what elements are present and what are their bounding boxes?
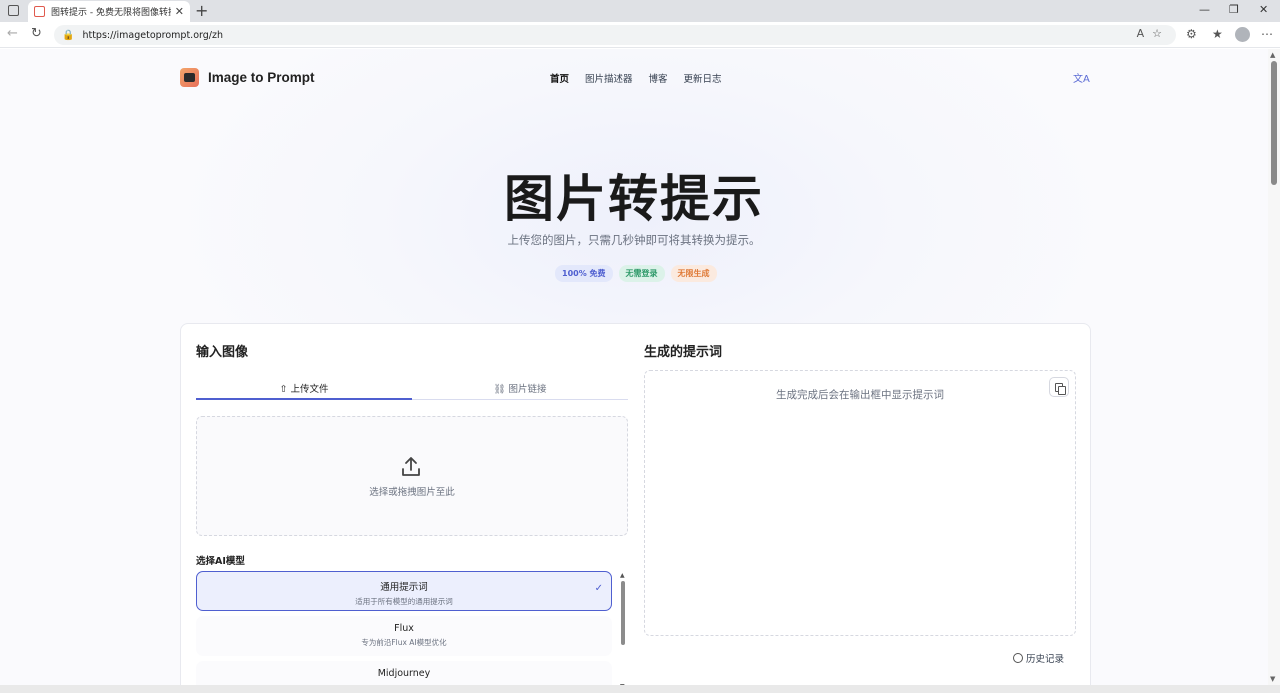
read-aloud-and-favorite-icons[interactable]: A☆ xyxy=(1137,27,1170,40)
converter-card: 输入图像 ⇧ 上传文件 ⛓ 图片链接 选择或拖拽图片至此 选择AI模型 通用提示… xyxy=(180,323,1091,685)
history-label: 历史记录 xyxy=(1026,654,1065,665)
model-name: Flux xyxy=(394,623,414,634)
site-favicon xyxy=(34,6,45,17)
tab-upload-file[interactable]: ⇧ 上传文件 xyxy=(196,381,412,395)
scroll-thumb[interactable] xyxy=(621,581,625,645)
url-text: https://imagetoprompt.org/zh xyxy=(82,29,223,41)
refresh-icon[interactable]: ↻ xyxy=(31,26,42,41)
copy-icon[interactable] xyxy=(1049,377,1069,397)
input-section-title: 输入图像 xyxy=(196,345,249,360)
page-content: Image to Prompt 首页 图片描述器 博客 更新日志 文A 图片转提… xyxy=(0,49,1268,685)
feature-badges: 100% 免费 无需登录 无限生成 xyxy=(555,265,717,282)
tab-title: 图转提示 - 免费无限将图像转换为 xyxy=(51,8,171,18)
model-option-midjourney[interactable]: Midjourney xyxy=(196,661,612,685)
browser-tab[interactable]: 图转提示 - 免费无限将图像转换为 ✕ xyxy=(28,1,190,22)
prompt-output-box[interactable]: 生成完成后会在输出框中显示提示词 xyxy=(644,370,1076,636)
tab-actions-icon[interactable] xyxy=(8,5,19,16)
dropzone-text: 选择或拖拽图片至此 xyxy=(369,487,455,498)
nav-home[interactable]: 首页 xyxy=(550,71,569,85)
status-bar xyxy=(0,685,1280,693)
badge-free: 100% 免费 xyxy=(555,265,613,282)
page-title: 图片转提示 xyxy=(504,170,764,228)
model-list-scrollbar[interactable]: ▲ ▼ xyxy=(619,572,627,685)
badge-no-login: 无需登录 xyxy=(618,265,665,282)
scroll-up-icon[interactable]: ▲ xyxy=(1270,51,1275,59)
upload-icon: ⇧ xyxy=(279,384,291,395)
model-option-general[interactable]: 通用提示词 适用于所有模型的通用提示词 ✓ xyxy=(196,571,612,611)
model-desc: 专为前沿Flux AI模型优化 xyxy=(361,638,447,647)
nav-blog[interactable]: 博客 xyxy=(649,71,668,85)
close-window-icon[interactable]: ✕ xyxy=(1259,3,1268,16)
tab-image-link[interactable]: ⛓ 图片链接 xyxy=(412,381,628,395)
output-placeholder: 生成完成后会在输出框中显示提示词 xyxy=(776,389,944,401)
model-desc: 适用于所有模型的通用提示词 xyxy=(355,597,453,606)
model-option-flux[interactable]: Flux 专为前沿Flux AI模型优化 xyxy=(196,616,612,656)
favorites-icon[interactable]: ★ xyxy=(1212,27,1223,41)
output-section-title: 生成的提示词 xyxy=(644,345,723,360)
history-button[interactable]: 历史记录 xyxy=(1013,651,1064,665)
link-icon: ⛓ xyxy=(493,384,509,395)
scroll-down-icon[interactable]: ▼ xyxy=(1270,675,1275,683)
tab-upload-label: 上传文件 xyxy=(290,384,329,395)
site-info-icon[interactable]: 🔒 xyxy=(62,30,74,41)
translate-icon[interactable]: 文A xyxy=(1073,70,1090,85)
page-scrollbar[interactable]: ▲ ▼ xyxy=(1268,49,1280,685)
more-menu-icon[interactable]: ⋯ xyxy=(1261,27,1273,41)
address-bar[interactable]: 🔒 https://imagetoprompt.org/zh A☆ xyxy=(54,25,1176,45)
nav-image-describer[interactable]: 图片描述器 xyxy=(585,71,633,85)
model-name: 通用提示词 xyxy=(380,582,428,593)
input-tabs: ⇧ 上传文件 ⛓ 图片链接 xyxy=(196,378,628,400)
model-select-label: 选择AI模型 xyxy=(196,556,245,567)
restore-icon[interactable]: ❐ xyxy=(1229,3,1239,16)
logo-icon xyxy=(180,68,199,87)
page-scroll-thumb[interactable] xyxy=(1271,61,1277,185)
address-row: ← ↻ 🔒 https://imagetoprompt.org/zh A☆ ⚙ … xyxy=(0,22,1280,48)
minimize-icon[interactable]: — xyxy=(1199,3,1210,16)
upload-icon xyxy=(402,457,420,476)
extensions-icon[interactable]: ⚙ xyxy=(1186,27,1197,41)
image-dropzone[interactable]: 选择或拖拽图片至此 xyxy=(196,416,628,536)
badge-unlimited: 无限生成 xyxy=(670,265,717,282)
logo-text: Image to Prompt xyxy=(208,70,315,85)
close-tab-icon[interactable]: ✕ xyxy=(175,5,184,18)
tab-link-label: 图片链接 xyxy=(508,384,547,395)
active-tab-underline xyxy=(196,398,412,400)
check-icon: ✓ xyxy=(594,583,603,594)
clock-icon xyxy=(1013,653,1023,663)
new-tab-icon[interactable]: + xyxy=(195,1,208,21)
nav-changelog[interactable]: 更新日志 xyxy=(684,71,722,85)
browser-tab-strip: 图转提示 - 免费无限将图像转换为 ✕ + — ❐ ✕ xyxy=(0,0,1280,22)
page-subtitle: 上传您的图片，只需几秒钟即可将其转换为提示。 xyxy=(507,233,761,247)
profile-avatar[interactable] xyxy=(1235,27,1250,42)
site-logo[interactable]: Image to Prompt xyxy=(180,68,315,87)
back-icon[interactable]: ← xyxy=(7,26,18,41)
main-nav: 首页 图片描述器 博客 更新日志 xyxy=(550,71,722,85)
model-name: Midjourney xyxy=(377,668,431,679)
scroll-up-icon[interactable]: ▲ xyxy=(620,572,625,579)
